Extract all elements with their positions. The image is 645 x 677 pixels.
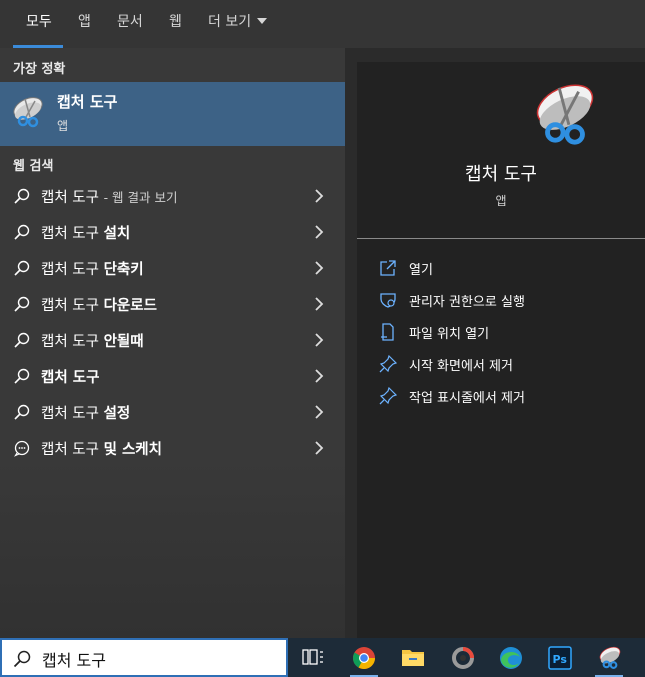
web-search-heading: 웹 검색 [13, 159, 54, 174]
search-icon [14, 332, 30, 348]
web-search-row[interactable]: 캡처 도구 설정 [0, 394, 345, 430]
search-icon [14, 368, 30, 384]
web-search-text: 캡처 도구 및 스케치 [41, 442, 162, 458]
snipping-tool-icon [599, 646, 621, 669]
detail-divider [357, 238, 645, 239]
search-icon [14, 224, 30, 240]
web-search-text: 캡처 도구 - 웹 결과 보기 [41, 190, 178, 206]
snipping-tool-icon [536, 84, 594, 145]
search-icon [14, 296, 30, 312]
action-label: 열기 [409, 263, 433, 278]
chevron-right-icon [315, 405, 324, 419]
action-label: 관리자 권한으로 실행 [409, 295, 525, 310]
action-unpin-taskbar[interactable]: 작업 표시줄에서 제거 [357, 381, 645, 411]
unpin-icon [379, 387, 397, 405]
task-view-button[interactable] [289, 638, 337, 677]
tab-apps[interactable]: 앱 [78, 0, 91, 48]
chevron-right-icon [315, 225, 324, 239]
best-match-item[interactable]: 캡처 도구 앱 [0, 82, 345, 146]
web-search-text: 캡처 도구 단축키 [41, 262, 144, 278]
app-icon [452, 647, 474, 669]
action-label: 시작 화면에서 제거 [409, 359, 513, 374]
detail-app-name: 캡처 도구 [465, 164, 537, 185]
web-search-row[interactable]: 캡처 도구 설치 [0, 214, 345, 250]
detail-panel: 캡처 도구 앱 열기 관리자 권한으로 실행 파일 위치 열기 시작 화면에서 … [357, 62, 645, 638]
action-unpin-start[interactable]: 시작 화면에서 제거 [357, 349, 645, 379]
taskbar-app[interactable] [439, 638, 487, 677]
taskbar-snipping-tool[interactable] [585, 638, 633, 677]
chevron-right-icon [315, 261, 324, 275]
tab-web[interactable]: 웹 [169, 0, 182, 48]
search-icon [14, 260, 30, 276]
best-match-heading: 가장 정확 [13, 62, 66, 77]
search-input[interactable] [40, 646, 284, 672]
web-search-text: 캡처 도구 설정 [41, 406, 131, 422]
chevron-right-icon [315, 333, 324, 347]
photoshop-icon: Ps [548, 646, 572, 670]
chevron-down-icon [257, 18, 268, 24]
tab-more-label: 더 보기 [208, 14, 252, 30]
snipping-tool-icon [13, 97, 43, 128]
taskbar-edge[interactable] [487, 638, 535, 677]
task-view-icon [302, 649, 323, 665]
web-search-row[interactable]: 캡처 도구 단축키 [0, 250, 345, 286]
chevron-right-icon [315, 369, 324, 383]
web-search-row[interactable]: 캡처 도구 및 스케치 [0, 430, 345, 466]
edge-icon [500, 647, 522, 669]
web-search-text: 캡처 도구 다운로드 [41, 298, 157, 314]
tab-documents[interactable]: 문서 [117, 0, 143, 48]
unpin-icon [379, 355, 397, 373]
tab-all[interactable]: 모두 [13, 0, 63, 48]
file-explorer-icon [402, 650, 424, 666]
svg-text:Ps: Ps [553, 653, 568, 666]
action-open-file-location[interactable]: 파일 위치 열기 [357, 317, 645, 347]
shield-icon [380, 293, 396, 308]
tab-more[interactable]: 더 보기 [208, 0, 268, 48]
best-match-subtitle: 앱 [57, 119, 69, 133]
chevron-right-icon [315, 441, 324, 455]
chrome-icon [353, 647, 375, 669]
results-panel: 가장 정확 캡처 도구 앱 웹 검색 캡처 도구 - 웹 결과 보기 캡처 도구… [0, 48, 345, 638]
web-search-row[interactable]: 캡처 도구 [0, 358, 345, 394]
web-search-row[interactable]: 캡처 도구 안될때 [0, 322, 345, 358]
taskbar-chrome[interactable] [340, 638, 388, 677]
search-icon [13, 650, 31, 668]
action-label: 작업 표시줄에서 제거 [409, 391, 525, 406]
search-icon [14, 188, 30, 204]
action-label: 파일 위치 열기 [409, 327, 490, 342]
web-search-text: 캡처 도구 설치 [41, 226, 131, 242]
web-search-text: 캡처 도구 [41, 370, 100, 386]
taskbar-photoshop[interactable]: Ps [536, 638, 584, 677]
detail-app-type: 앱 [495, 194, 507, 208]
web-search-text: 캡처 도구 안될때 [41, 334, 144, 350]
best-match-title: 캡처 도구 [57, 93, 118, 111]
chevron-right-icon [315, 297, 324, 311]
chat-icon [14, 440, 30, 457]
open-icon [380, 260, 396, 276]
taskbar: Ps [0, 638, 645, 677]
taskbar-file-explorer[interactable] [389, 638, 437, 677]
web-search-row[interactable]: 캡처 도구 다운로드 [0, 286, 345, 322]
action-open[interactable]: 열기 [357, 253, 645, 283]
taskbar-search-box[interactable] [0, 638, 288, 677]
search-icon [14, 404, 30, 420]
search-tab-bar: 모두 앱 문서 웹 더 보기 [0, 0, 645, 48]
file-location-icon [381, 323, 394, 341]
action-run-as-admin[interactable]: 관리자 권한으로 실행 [357, 285, 645, 315]
